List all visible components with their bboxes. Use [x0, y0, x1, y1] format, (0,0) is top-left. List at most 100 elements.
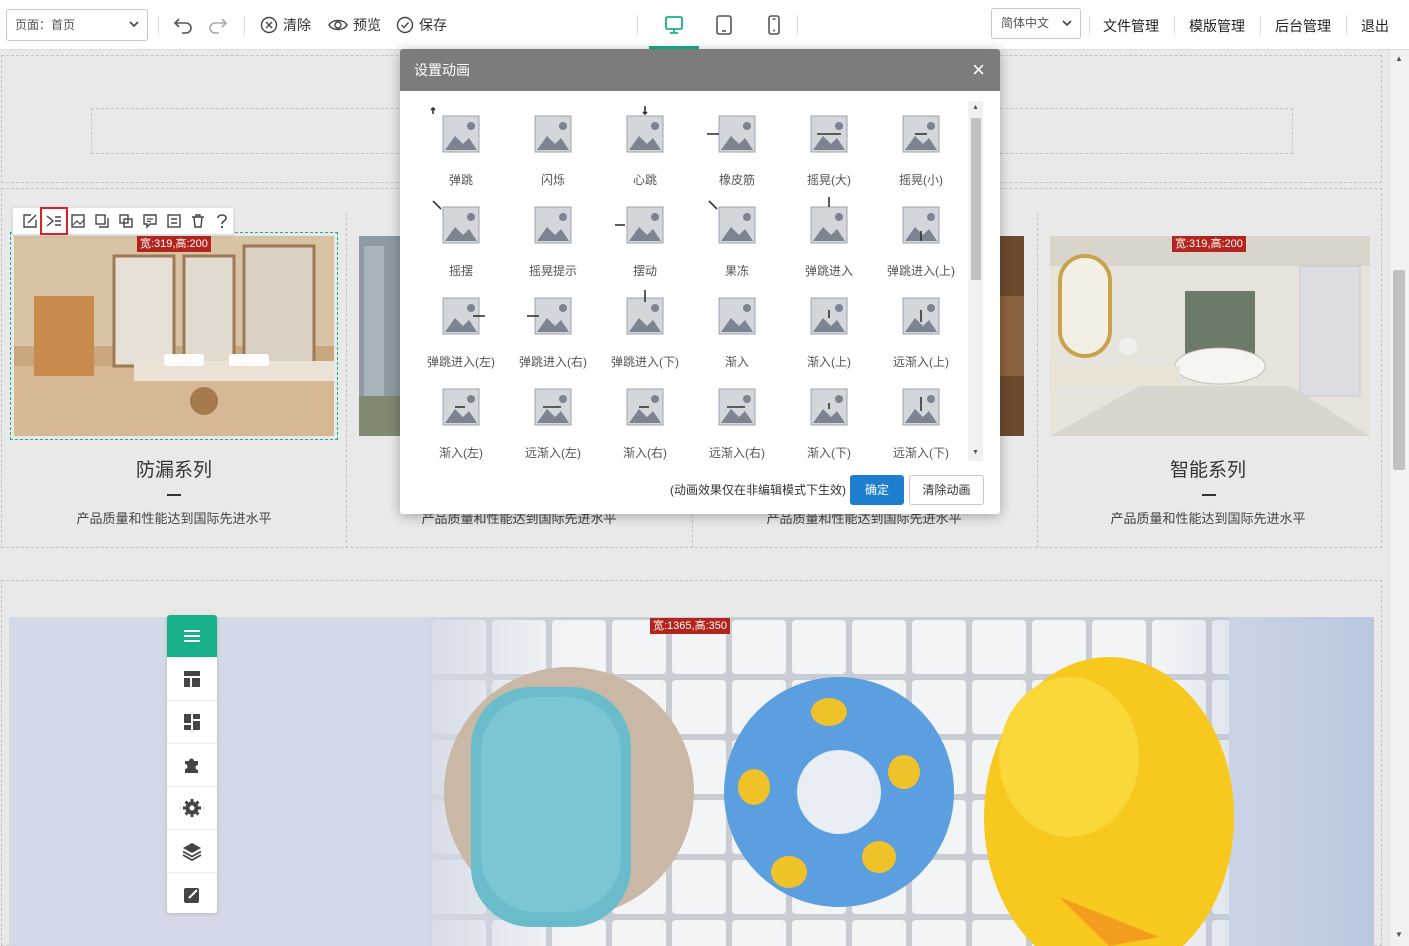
delete-icon[interactable] [189, 212, 207, 230]
preview-label: 预览 [353, 17, 381, 33]
column-divider [346, 213, 347, 548]
image-placeholder-icon [810, 197, 848, 244]
product-image-bathroom[interactable]: 宽:319,高:200 [10, 232, 338, 440]
edit-icon[interactable] [167, 873, 217, 916]
redo-icon[interactable] [205, 12, 231, 38]
animation-option[interactable]: 橡皮筋 [691, 101, 783, 192]
page-select-value: 页面：首页 [15, 18, 76, 32]
animation-label: 弹跳进入(左) [427, 355, 495, 369]
animation-label: 弹跳 [448, 173, 473, 187]
product-image-wood[interactable] [1000, 236, 1024, 436]
animation-option[interactable]: 果冻 [691, 192, 783, 283]
clear-button[interactable]: 清除 [260, 12, 311, 38]
copy-icon[interactable] [93, 212, 111, 230]
plugin-icon[interactable] [167, 744, 217, 787]
animation-option[interactable]: 远渐入(下) [875, 374, 967, 461]
divider [1174, 15, 1175, 35]
image-placeholder-icon [718, 388, 756, 426]
animation-option[interactable]: 弹跳进入(左) [415, 283, 507, 374]
animation-option[interactable]: 摇晃(大) [783, 101, 875, 192]
animation-option[interactable]: 弹跳进入(下) [599, 283, 691, 374]
animation-option[interactable]: 摇晃提示 [507, 192, 599, 283]
title-underline [1202, 494, 1216, 496]
animation-option[interactable]: 摆动 [599, 192, 691, 283]
duplicate-icon[interactable] [117, 212, 135, 230]
save-button[interactable]: 保存 [396, 12, 447, 38]
animation-option[interactable]: 闪烁 [507, 101, 599, 192]
page-select[interactable]: 页面：首页 [6, 9, 148, 41]
animation-label: 远渐入(下) [893, 446, 949, 460]
divider [158, 15, 159, 35]
animation-grid: 弹跳 闪烁 心跳 橡皮筋 摇晃(大) 摇晃(小) 摇摆 摇晃提示 摆动 果冻 弹跳进入 弹跳进入(上)… [415, 101, 967, 461]
animation-option[interactable]: 摇摆 [415, 192, 507, 283]
animation-icon[interactable] [40, 207, 68, 235]
image-placeholder-icon [534, 115, 572, 153]
page-scrollbar[interactable]: ▲ ▼ [1389, 50, 1409, 946]
help-icon[interactable] [213, 212, 231, 230]
animation-option[interactable]: 心跳 [599, 101, 691, 192]
scroll-up-icon[interactable]: ▲ [972, 104, 979, 111]
animation-option[interactable]: 远渐入(右) [691, 374, 783, 461]
animation-option[interactable]: 弹跳进入 [783, 192, 875, 283]
preview-button[interactable]: 预览 [328, 12, 381, 38]
image-placeholder-icon [810, 388, 848, 426]
comment-icon[interactable] [141, 212, 159, 230]
animation-option[interactable]: 远渐入(上) [875, 283, 967, 374]
animation-option[interactable]: 渐入(下) [783, 374, 875, 461]
scroll-down-icon[interactable]: ▼ [972, 449, 979, 456]
product-image-luxury-bath[interactable]: 宽:319,高:200 [1050, 236, 1370, 436]
chevron-down-icon [129, 10, 139, 52]
animation-option[interactable]: 弹跳进入(右) [507, 283, 599, 374]
file-manager-link[interactable]: 文件管理 [1103, 16, 1159, 36]
divider [1260, 15, 1261, 35]
logout-link[interactable]: 退出 [1361, 16, 1389, 36]
animation-option[interactable]: 渐入(上) [783, 283, 875, 374]
widgets-icon[interactable] [167, 701, 217, 744]
undo-icon[interactable] [170, 12, 196, 38]
divider [244, 15, 245, 35]
dialog-scrollbar[interactable]: ▲ ▼ [968, 101, 983, 461]
scroll-up-icon[interactable]: ▲ [1395, 54, 1403, 63]
animation-option[interactable]: 摇晃(小) [875, 101, 967, 192]
animation-dialog: 设置动画 × 弹跳 闪烁 心跳 橡皮筋 摇晃(大) 摇晃(小) 摇摆 摇晃提示 摆动 果冻 弹跳进入… [400, 49, 1000, 514]
scroll-thumb[interactable] [1393, 270, 1405, 470]
desktop-view-icon[interactable] [649, 10, 699, 49]
animation-option[interactable]: 远渐入(左) [507, 374, 599, 461]
image-icon[interactable] [69, 212, 87, 230]
edit-icon[interactable] [21, 212, 39, 230]
layers-icon[interactable] [167, 830, 217, 873]
image-placeholder-icon [902, 206, 940, 244]
animation-label: 渐入(右) [623, 446, 667, 460]
confirm-button[interactable]: 确定 [850, 475, 904, 505]
list-icon[interactable] [165, 212, 183, 230]
animation-label: 摇晃(小) [899, 173, 943, 187]
tablet-view-icon[interactable] [709, 10, 739, 40]
admin-link[interactable]: 后台管理 [1275, 16, 1331, 36]
product-image-building[interactable] [359, 236, 400, 436]
scroll-down-icon[interactable]: ▼ [1395, 930, 1403, 939]
image-size-tag: 宽:319,高:200 [137, 236, 211, 252]
dialog-note: (动画效果仅在非编辑模式下生效) [670, 483, 846, 497]
animation-option[interactable]: 弹跳进入(上) [875, 192, 967, 283]
animation-label: 摇晃提示 [528, 264, 577, 278]
mobile-view-icon[interactable] [759, 10, 789, 40]
language-select[interactable]: 简体中文 [991, 8, 1081, 39]
product-description: 产品质量和性能达到国际先进水平 [1110, 511, 1306, 526]
animation-option[interactable]: 弹跳 [415, 101, 507, 192]
menu-icon[interactable] [167, 615, 217, 658]
animation-option[interactable]: 渐入(右) [599, 374, 691, 461]
eye-icon [328, 19, 348, 31]
settings-icon[interactable] [167, 787, 217, 830]
template-manager-link[interactable]: 模版管理 [1189, 16, 1245, 36]
scroll-thumb[interactable] [971, 118, 981, 280]
animation-option[interactable]: 渐入 [691, 283, 783, 374]
clear-animation-button[interactable]: 清除动画 [909, 475, 984, 505]
close-icon[interactable]: × [972, 49, 985, 91]
image-placeholder-icon [626, 388, 664, 426]
image-placeholder-icon [615, 206, 664, 244]
layout-icon[interactable] [167, 658, 217, 701]
image-placeholder-icon [432, 200, 480, 244]
image-placeholder-icon [708, 200, 756, 244]
animation-label: 弹跳进入 [804, 264, 853, 278]
animation-option[interactable]: 渐入(左) [415, 374, 507, 461]
